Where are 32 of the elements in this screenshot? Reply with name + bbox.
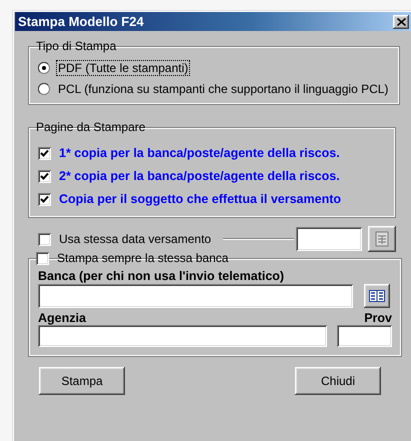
checkbox[interactable] — [36, 252, 49, 264]
field-label: Prov — [364, 311, 392, 325]
calendar-icon — [375, 231, 389, 247]
calendar-button[interactable] — [368, 226, 396, 252]
field-label: Agenzia — [38, 311, 87, 325]
province-field[interactable] — [337, 325, 392, 347]
close-icon — [396, 18, 406, 26]
group-label: Tipo di Stampa — [36, 39, 116, 53]
list-button[interactable] — [364, 284, 390, 308]
radio-button[interactable] — [38, 83, 50, 95]
action-button[interactable]: Chiudi — [295, 367, 381, 395]
checkbox-label: 1* copia per la banca/poste/agente della riscos. — [59, 146, 340, 160]
list-icon — [369, 290, 385, 302]
window-title: Stampa Modello F24 — [18, 14, 144, 29]
bank-field[interactable] — [38, 284, 353, 308]
checkbox-label: 2* copia per la banca/poste/agente della riscos. — [59, 169, 340, 183]
checkbox-label: Stampa sempre la stessa banca — [57, 251, 228, 265]
action-button[interactable]: Stampa — [39, 367, 125, 395]
checkbox-label: Copia per il soggetto che effettua il versamento — [59, 192, 342, 206]
radio-label: PCL (funziona su stampanti che supportano il linguaggio PCL) — [57, 81, 390, 97]
checkbox[interactable] — [38, 170, 51, 182]
checkbox[interactable] — [38, 232, 51, 246]
checkbox[interactable] — [38, 192, 51, 206]
field-label: Banca (per chi non usa l'invio telematico) — [38, 269, 286, 283]
close-button[interactable] — [393, 14, 409, 28]
checkbox[interactable] — [38, 146, 51, 160]
checkbox-label: Usa stessa data versamento — [59, 232, 212, 246]
radio-button[interactable] — [38, 62, 50, 74]
group-label: Pagine da Stampare — [36, 120, 146, 134]
agency-field[interactable] — [38, 325, 327, 347]
date-field[interactable] — [296, 227, 362, 251]
radio-label: PDF (Tutte le stampanti) — [56, 60, 190, 76]
